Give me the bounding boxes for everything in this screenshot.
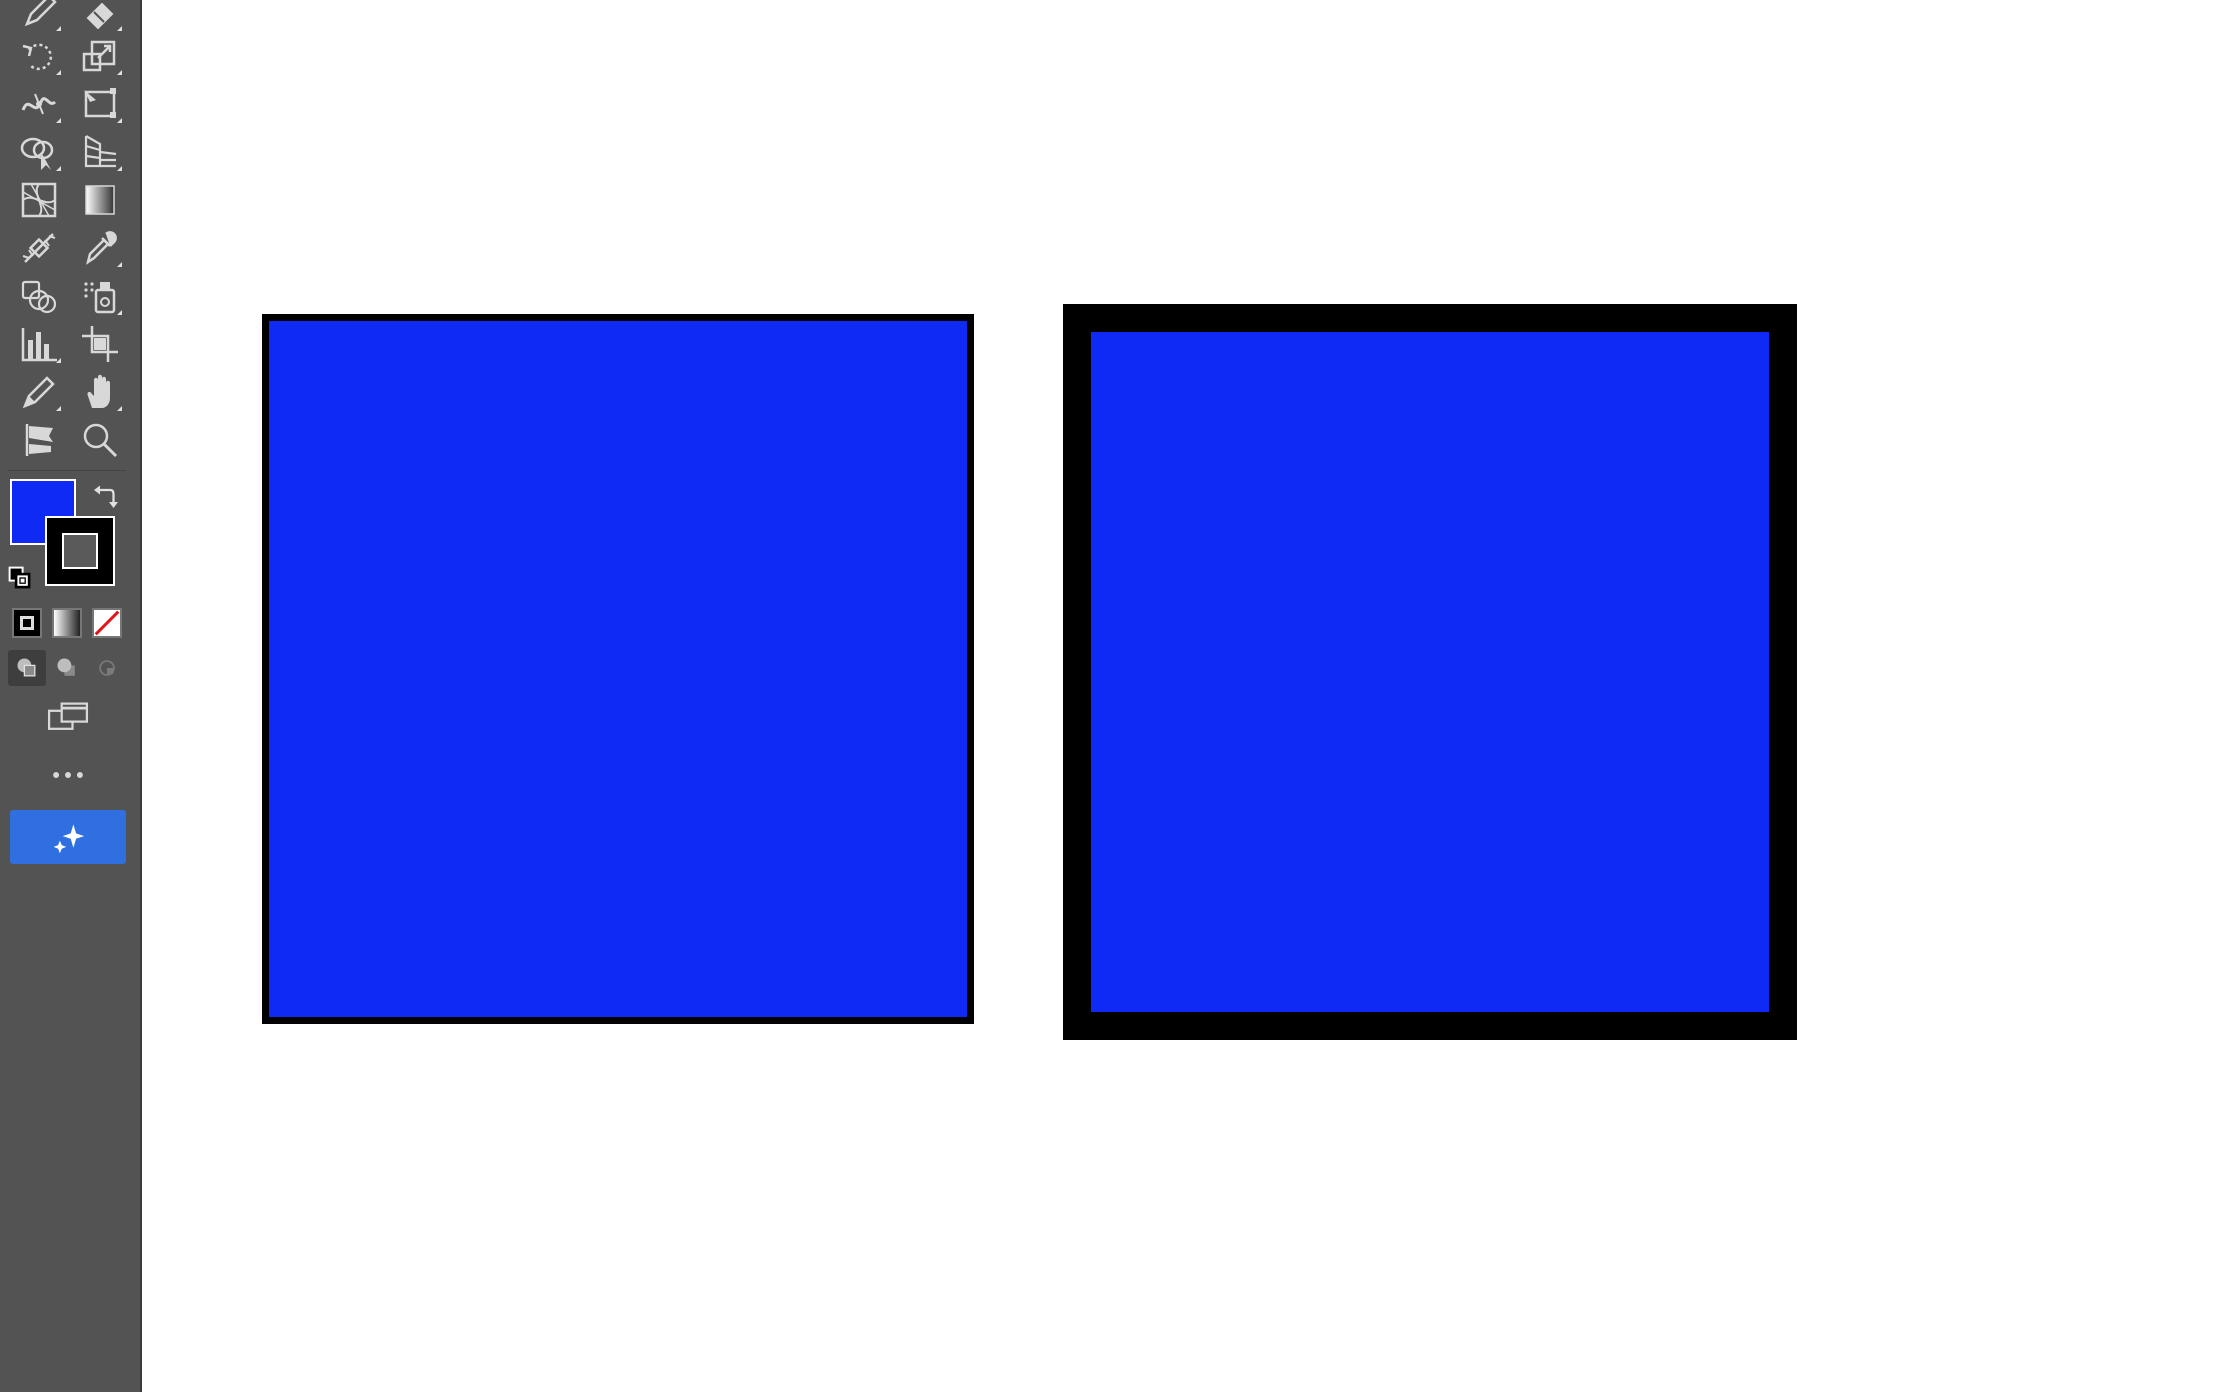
column-graph-tool[interactable]	[14, 322, 64, 366]
live-paint-bucket-tool[interactable]	[14, 274, 64, 318]
rectangle-thick-stroke[interactable]	[1063, 304, 1797, 1040]
flyout-indicator	[117, 406, 122, 411]
flyout-indicator	[117, 118, 122, 123]
flyout-indicator	[117, 310, 122, 315]
blend-tool[interactable]	[14, 226, 64, 270]
swap-fill-stroke-icon	[94, 485, 118, 508]
pencil-icon	[24, 0, 57, 27]
tools-panel	[0, 0, 142, 1392]
artboard-tool[interactable]	[75, 322, 125, 366]
zoom-tool[interactable]	[75, 418, 125, 462]
more-icon	[53, 772, 83, 778]
symbol-sprayer-tool[interactable]	[75, 274, 125, 318]
flyout-indicator	[56, 166, 61, 171]
stroke-color-swatch[interactable]	[45, 516, 115, 586]
artboard-canvas[interactable]	[144, 0, 2226, 1392]
swap-fill-stroke-button[interactable]	[86, 476, 126, 516]
pencil-tool[interactable]	[14, 0, 64, 34]
flyout-indicator	[56, 70, 61, 75]
flyout-indicator	[117, 70, 122, 75]
flyout-indicator	[56, 406, 61, 411]
gradient-icon	[85, 185, 115, 215]
none-icon	[94, 610, 120, 636]
none-mode-button[interactable]	[92, 608, 122, 638]
stroke-swatch-hole	[62, 533, 98, 569]
eraser-tool[interactable]	[75, 0, 125, 34]
column-graph-icon	[21, 328, 57, 362]
width-tool[interactable]	[14, 82, 64, 126]
flyout-indicator	[117, 26, 122, 31]
artboard-icon	[82, 326, 118, 362]
draw-inside-icon	[99, 660, 115, 676]
draw-inside-button[interactable]	[88, 650, 126, 686]
hand-icon	[87, 374, 110, 408]
slice-tool[interactable]	[14, 370, 64, 414]
default-fill-stroke-icon	[8, 566, 31, 589]
edit-toolbar-button[interactable]	[40, 760, 96, 790]
rectangle-thin-stroke[interactable]	[262, 314, 974, 1024]
screen-mode-button[interactable]	[40, 696, 96, 740]
live-paint-bucket-icon	[21, 280, 57, 314]
color-mode-icon	[20, 616, 34, 630]
default-fill-stroke-button[interactable]	[4, 562, 36, 594]
slice-icon	[22, 376, 55, 409]
puppet-warp-icon	[25, 424, 53, 456]
puppet-warp-tool[interactable]	[14, 418, 64, 462]
scale-tool[interactable]	[75, 34, 125, 78]
mesh-tool[interactable]	[14, 178, 64, 222]
rotate-tool[interactable]	[14, 34, 64, 78]
toolbar-separator	[8, 470, 126, 471]
eyedropper-icon	[86, 231, 117, 265]
draw-normal-icon	[17, 658, 36, 677]
shape-builder-tool[interactable]	[14, 130, 64, 174]
gradient-mode-button[interactable]	[52, 608, 82, 638]
flyout-indicator	[117, 262, 122, 267]
mesh-icon	[21, 182, 57, 218]
eraser-icon	[86, 2, 114, 30]
rotate-icon	[22, 43, 52, 71]
sparkle-icon	[53, 824, 85, 854]
free-transform-icon	[84, 88, 116, 118]
draw-behind-icon	[57, 658, 75, 676]
draw-normal-button[interactable]	[8, 650, 46, 686]
generative-ai-button[interactable]	[10, 810, 126, 864]
perspective-grid-tool[interactable]	[75, 130, 125, 174]
zoom-icon	[83, 423, 118, 458]
flyout-indicator	[56, 118, 61, 123]
shape-builder-icon	[20, 137, 54, 170]
flyout-indicator	[56, 358, 61, 363]
flyout-indicator	[56, 26, 61, 31]
blend-icon	[22, 233, 56, 263]
hand-tool[interactable]	[75, 370, 125, 414]
perspective-grid-icon	[84, 135, 117, 168]
free-transform-tool[interactable]	[75, 82, 125, 126]
gradient-tool[interactable]	[75, 178, 125, 222]
symbol-sprayer-icon	[84, 282, 116, 314]
color-mode-button[interactable]	[12, 608, 42, 638]
eyedropper-tool[interactable]	[75, 226, 125, 270]
flyout-indicator	[117, 166, 122, 171]
scale-icon	[82, 40, 116, 72]
width-tool-icon	[21, 93, 57, 115]
screen-mode-icon	[47, 702, 89, 730]
draw-behind-button[interactable]	[48, 650, 86, 686]
